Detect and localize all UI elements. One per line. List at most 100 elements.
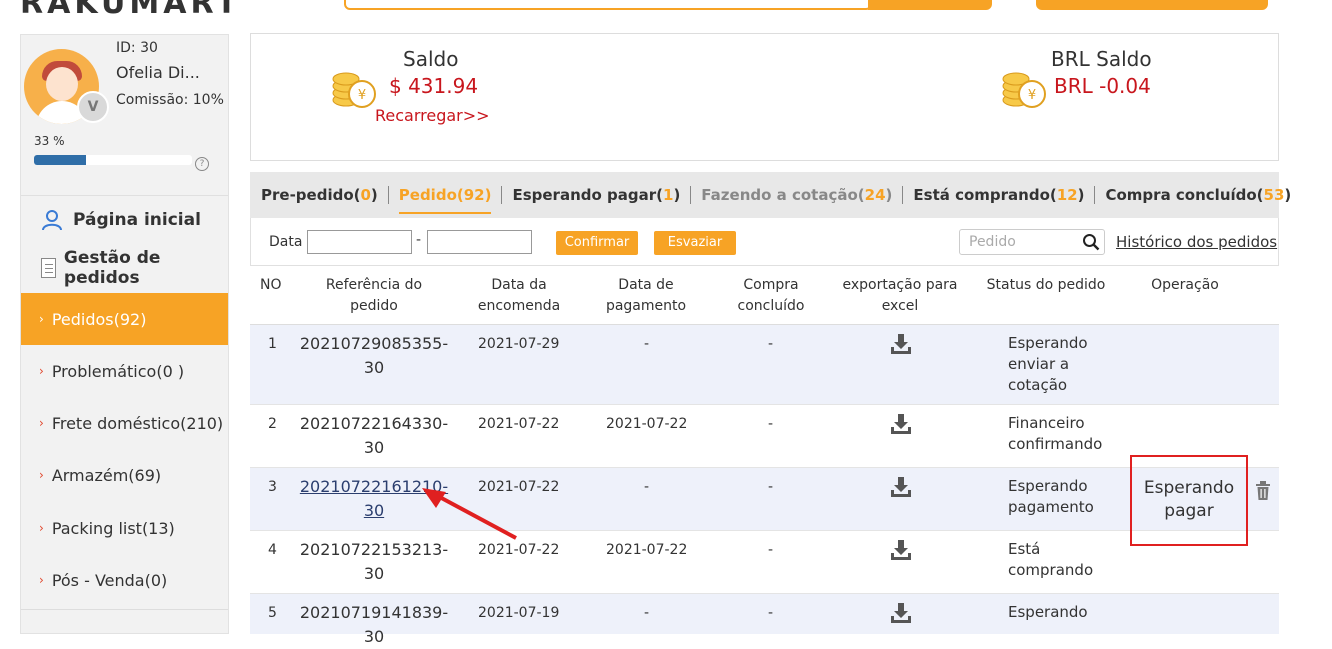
table-row: 5 20210719141839-30 2021-07-19 - - Esper… [250,594,1279,646]
row-no: 3 [268,479,277,495]
sidebar: V ID: 30 Ofelia Di... Comissão: 10% 33 %… [20,34,229,634]
user-name: Ofelia Di... [116,63,200,82]
download-icon[interactable] [890,602,912,624]
logo[interactable]: RAKUMART [20,0,241,21]
payment-date: - [644,336,650,352]
search-icon[interactable] [1082,233,1100,251]
sidebar-item-frete[interactable]: › Frete doméstico(210) [21,397,228,449]
tab-pedido[interactable]: Pedido(92) [398,172,503,218]
order-status: Esperando [1008,603,1088,621]
date-end-input[interactable] [427,230,532,254]
row-no: 2 [268,416,277,432]
payment-date: 2021-07-22 [606,416,688,432]
col-no: NO [260,277,282,293]
sidebar-divider [21,609,228,610]
chevron-right-icon: › [39,312,44,326]
sidebar-item-pos-venda[interactable]: › Pós - Venda(0) [21,554,228,606]
order-search-placeholder: Pedido [969,234,1016,250]
tab-pre-pedido[interactable]: Pre-pedido(0) [261,172,389,218]
order-ref[interactable]: 20210719141839-30 [294,601,454,649]
brl-saldo-title: BRL Saldo [1051,47,1152,71]
tab-fazendo-cotacao[interactable]: Fazendo a cotação(24) [701,172,904,218]
saldo-title: Saldo [403,47,459,71]
balance-panel: ¥ Saldo $ 431.94 Recarregar>> ¥ BRL Sald… [250,33,1279,161]
clear-button[interactable]: Esvaziar [654,231,736,255]
progress-label: 33 % [34,134,65,148]
col-purchase-done: Compra concluído [737,277,805,314]
user-id: ID: 30 [116,40,158,56]
user-profile: V ID: 30 Ofelia Di... Comissão: 10% 33 %… [21,35,230,185]
saldo-value: $ 431.94 [389,74,479,98]
order-date: 2021-07-29 [478,336,560,352]
payment-date: - [644,605,650,621]
table-row: 3 20210722161210-30 2021-07-22 - - Esper… [250,468,1279,531]
top-search-input[interactable] [344,0,872,10]
tab-esperando-pagar[interactable]: Esperando pagar(1) [512,172,692,218]
order-status: Esperando pagamento [1008,477,1094,516]
payment-date: 2021-07-22 [606,542,688,558]
date-separator: - [416,232,422,248]
download-icon[interactable] [890,539,912,561]
sidebar-item-label: Packing list(13) [51,518,175,538]
coins-icon: ¥ [332,72,376,108]
order-date: 2021-07-22 [478,416,560,432]
order-history-link[interactable]: Histórico dos pedidos [1116,233,1277,251]
order-status: Esperando enviar a cotação [1008,334,1088,394]
coins-icon: ¥ [1002,72,1046,108]
svg-text:¥: ¥ [1028,88,1036,103]
progress-bar [34,155,192,165]
document-icon [41,258,56,278]
purchase-done: - [768,416,774,432]
svg-text:¥: ¥ [358,88,366,103]
nav-home-label: Página inicial [73,209,201,230]
row-no: 1 [268,336,277,352]
col-order-date: Data da encomenda [477,277,561,314]
order-date: 2021-07-22 [478,542,560,558]
tab-esta-comprando[interactable]: Está comprando(12) [913,172,1096,218]
order-ref[interactable]: 20210722153213-30 [294,538,454,586]
commission: Comissão: 10% [116,92,224,108]
pay-order-button[interactable]: Esperando pagar [1131,477,1247,523]
sidebar-item-label: Pós - Venda(0) [51,570,168,590]
help-icon[interactable]: ? [195,157,209,171]
tab-compra-concluido[interactable]: Compra concluído(53) [1105,172,1302,218]
sidebar-item-label: Pedidos(92) [51,309,147,329]
chevron-right-icon: › [39,468,44,482]
table-row: 4 20210722153213-30 2021-07-22 2021-07-2… [250,531,1279,594]
order-tabs: Pre-pedido(0) Pedido(92) Esperando pagar… [250,172,1291,218]
sidebar-item-label: Armazém(69) [51,465,162,485]
sidebar-item-packing-list[interactable]: › Packing list(13) [21,502,228,554]
purchase-done: - [768,479,774,495]
download-icon[interactable] [890,476,912,498]
nav-orders-section[interactable]: Gestão de pedidos [21,243,228,293]
top-action-button[interactable] [1036,0,1268,10]
top-search-button[interactable] [868,0,992,10]
payment-date: - [644,479,650,495]
vip-badge: V [77,91,109,123]
order-ref[interactable]: 20210729085355-30 [294,332,454,380]
date-label: Data [269,234,303,250]
nav-orders-label: Gestão de pedidos [63,248,161,288]
row-no: 4 [268,542,277,558]
recharge-link[interactable]: Recarregar>> [375,106,490,125]
confirm-button[interactable]: Confirmar [556,231,638,255]
order-status: Financeiro confirmando [1008,414,1103,453]
col-ref: Referência do pedido [325,277,423,314]
trash-icon[interactable] [1255,481,1271,501]
order-ref[interactable]: 20210722164330-30 [294,412,454,460]
sidebar-item-pedidos[interactable]: › Pedidos(92) [21,293,228,345]
nav-home[interactable]: Página inicial [21,195,228,243]
chevron-right-icon: › [39,364,44,378]
user-icon [42,209,62,230]
order-date: 2021-07-19 [478,605,560,621]
sidebar-item-armazem[interactable]: › Armazém(69) [21,449,228,501]
order-search-input[interactable]: Pedido [959,229,1105,255]
date-start-input[interactable] [307,230,412,254]
annotation-arrow [422,488,517,540]
orders-table-header: NO Referência do pedido Data da encomend… [250,266,1279,325]
purchase-done: - [768,605,774,621]
download-icon[interactable] [890,413,912,435]
order-status: Está comprando [1008,540,1094,579]
download-icon[interactable] [890,333,912,355]
sidebar-item-problematico[interactable]: › Problemático(0 ) [21,345,228,397]
